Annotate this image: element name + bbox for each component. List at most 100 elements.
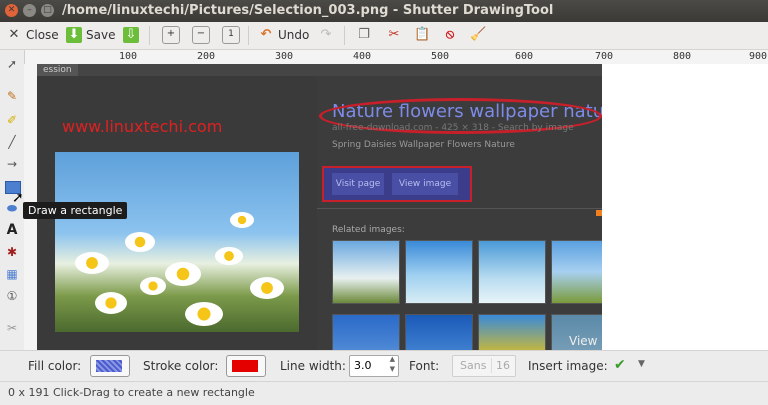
font-button[interactable]: Sans 16 (452, 355, 516, 377)
arrow-tool-icon[interactable]: → (4, 156, 20, 172)
stroke-color-button[interactable] (226, 355, 266, 377)
daisy-flower (140, 277, 166, 295)
daisy-flower (95, 292, 127, 314)
related-thumbnail (478, 240, 546, 304)
font-name: Sans (460, 359, 487, 372)
fill-color-button[interactable] (90, 355, 130, 377)
font-label: Font: (409, 359, 440, 373)
line-width-input[interactable] (352, 358, 386, 373)
select-tool-icon[interactable]: ➚ (4, 56, 20, 72)
related-thumbnail (332, 240, 400, 304)
main-toolbar: ✕ Close ⬇ Save ⇩ + − 1 ↶ Undo ↷ ❐ ✂ 📋 ⦸ … (0, 22, 768, 50)
related-thumbnail (405, 240, 473, 304)
clear-button[interactable]: 🧹 (470, 25, 486, 45)
insert-image-label: Insert image: (528, 359, 608, 373)
close-button[interactable]: ✕ Close (6, 25, 59, 45)
title-bar: ✕ – □ /home/linuxtechi/Pictures/Selectio… (0, 0, 768, 22)
spin-down-icon[interactable]: ▼ (390, 365, 395, 373)
checkmark-icon[interactable]: ✔ (614, 357, 626, 373)
paste-icon: 📋 (414, 27, 431, 42)
zoom-fit-icon: 1 (222, 26, 240, 44)
spin-up-icon[interactable]: ▲ (390, 355, 395, 363)
font-size: 16 (496, 359, 510, 372)
stop-icon: ⦸ (445, 27, 455, 42)
ruler-label: 400 (353, 51, 372, 62)
result-description: Spring Daisies Wallpaper Flowers Nature (332, 140, 515, 150)
toolbar-separator (344, 26, 345, 45)
close-icon: ✕ (8, 27, 20, 42)
redo-arrow-icon: ↷ (320, 27, 332, 42)
search-result-panel: Nature flowers wallpaper nature wa all-f… (317, 76, 602, 350)
pencil-icon[interactable]: ✎ (4, 88, 20, 104)
undo-button[interactable]: ↶ Undo (258, 25, 310, 45)
window-close-button[interactable]: ✕ (5, 4, 18, 17)
related-thumbnail (478, 314, 546, 350)
divider (317, 208, 602, 209)
daisy-flower (250, 277, 284, 299)
visit-page-button: Visit page (332, 173, 384, 195)
zoom-fit-button[interactable]: 1 (222, 25, 240, 45)
broom-icon: 🧹 (470, 27, 487, 42)
line-width-label: Line width: (280, 359, 346, 373)
daisy-flower (75, 252, 109, 274)
export-icon: ⇩ (123, 27, 139, 43)
highlighter-icon[interactable]: ✐ (4, 112, 20, 128)
ruler-label: 600 (515, 51, 534, 62)
paste-button[interactable]: 📋 (414, 25, 430, 45)
text-tool-icon[interactable]: A (4, 222, 20, 238)
line-width-spinner[interactable]: ▲ ▼ (349, 355, 399, 377)
view-image-button: View image (392, 173, 458, 195)
properties-bar: Fill color: Stroke color: Line width: ▲ … (0, 350, 768, 381)
censor-tool-icon[interactable]: ✱ (4, 244, 20, 260)
daisy-flower (125, 232, 155, 252)
ruler-label: 200 (197, 51, 216, 62)
copy-button[interactable]: ❐ (356, 25, 372, 45)
daisy-flower (230, 212, 254, 228)
fill-color-label: Fill color: (28, 359, 82, 373)
related-thumbnail (551, 240, 602, 304)
chevron-down-icon[interactable]: ▼ (638, 359, 645, 369)
zoom-out-button[interactable]: − (192, 25, 210, 45)
browser-tab: ession (37, 64, 78, 76)
pixelate-tool-icon[interactable]: ▦ (4, 266, 20, 282)
view-overlay-text: View (569, 334, 598, 348)
stroke-color-swatch (232, 360, 258, 372)
zoom-in-button[interactable]: + (162, 25, 180, 45)
mouse-cursor-icon: ➚ (12, 190, 24, 206)
related-thumbnail (332, 314, 400, 350)
canvas-empty-area[interactable] (602, 64, 768, 350)
export-button[interactable]: ⇩ (123, 25, 139, 45)
copy-icon: ❐ (358, 27, 370, 42)
cut-tool-icon[interactable]: ✂ (4, 320, 20, 336)
daisy-flower (165, 262, 201, 286)
line-tool-icon[interactable]: ╱ (4, 134, 20, 150)
window-maximize-button[interactable]: □ (41, 4, 54, 17)
red-rectangle-annotation[interactable]: Visit page View image (322, 166, 472, 202)
ruler-label: 900 (749, 51, 768, 62)
redo-button[interactable]: ↷ (318, 25, 334, 45)
number-tool-icon[interactable]: ① (4, 288, 20, 304)
daisy-flower (185, 302, 223, 326)
browser-top-strip: ession (37, 64, 602, 76)
close-label: Close (26, 28, 59, 42)
save-label: Save (86, 28, 116, 42)
ruler-label: 700 (595, 51, 614, 62)
tooltip: Draw a rectangle (23, 202, 128, 219)
save-button[interactable]: ⬇ Save (66, 25, 115, 45)
zoom-out-icon: − (192, 26, 210, 44)
daisy-flower (215, 247, 243, 265)
ruler-label: 800 (673, 51, 692, 62)
ruler-label: 500 (431, 51, 450, 62)
fill-color-swatch (96, 360, 122, 372)
cut-button[interactable]: ✂ (386, 25, 402, 45)
delete-button[interactable]: ⦸ (442, 25, 458, 45)
window-minimize-button[interactable]: – (23, 4, 36, 17)
daisy-photo (55, 152, 299, 332)
ruler-label: 300 (275, 51, 294, 62)
save-icon: ⬇ (66, 27, 82, 43)
undo-label: Undo (278, 28, 310, 42)
zoom-in-icon: + (162, 26, 180, 44)
ruler-label: 100 (119, 51, 138, 62)
undo-arrow-icon: ↶ (260, 27, 272, 42)
stroke-color-label: Stroke color: (143, 359, 219, 373)
